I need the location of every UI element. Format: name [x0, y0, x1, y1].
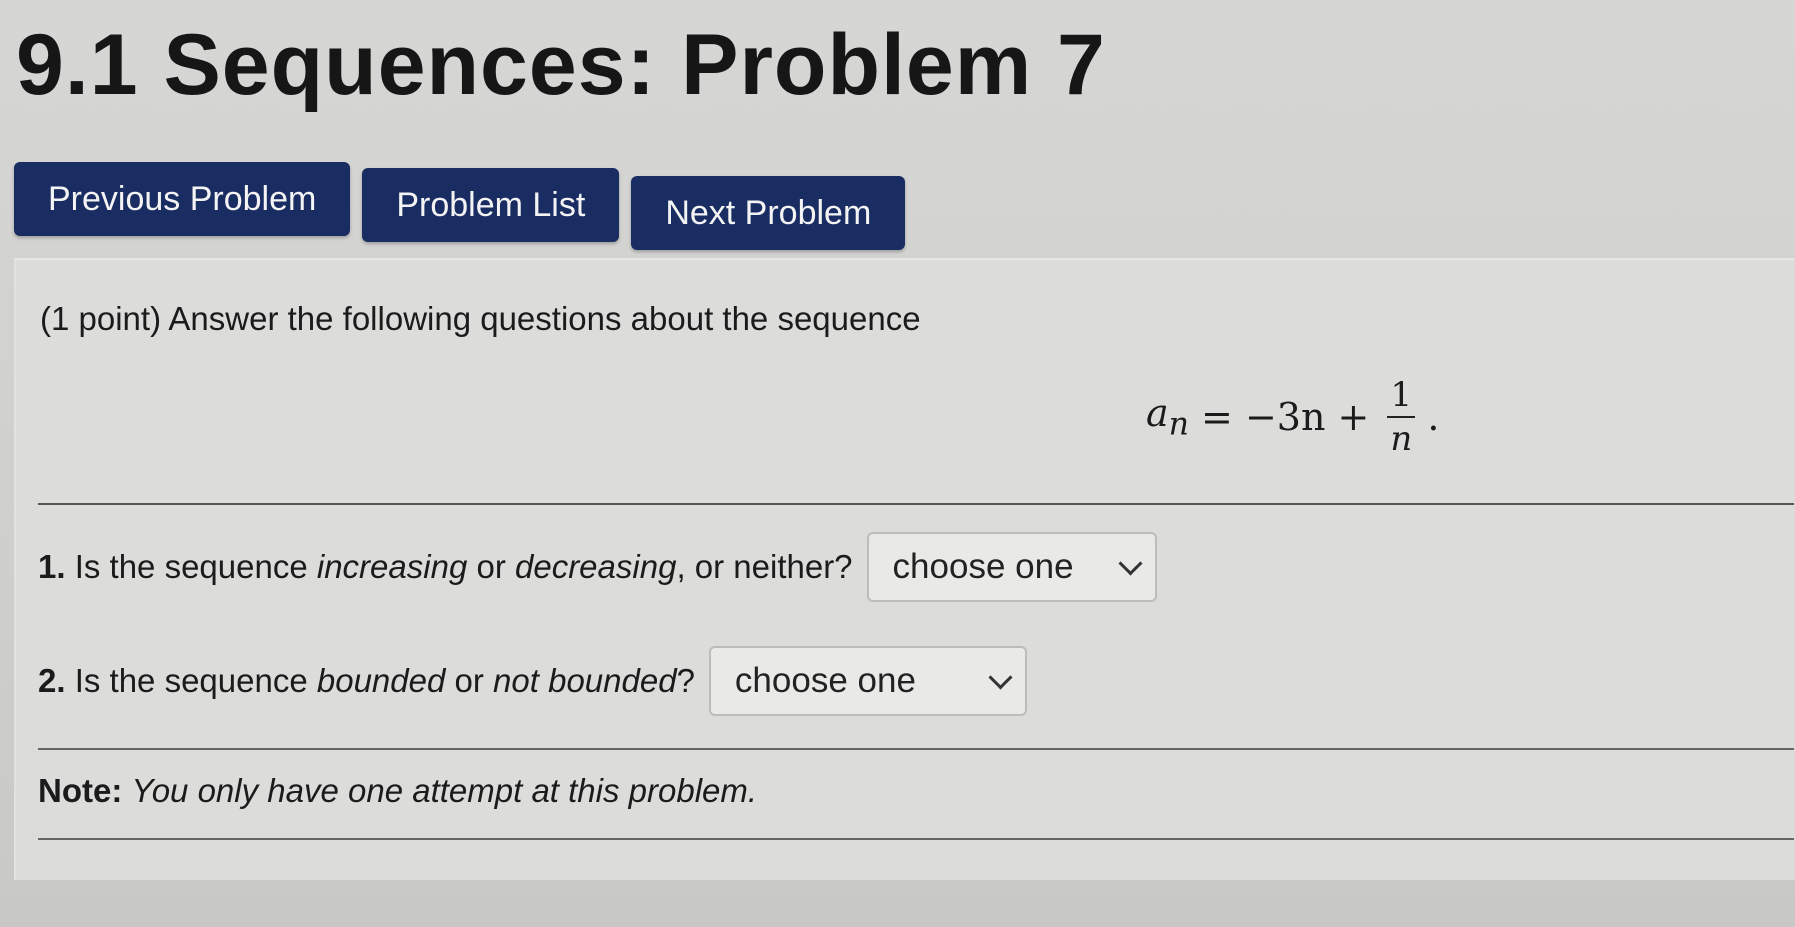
divider: [38, 838, 1794, 840]
problem-panel: (1 point) Answer the following questions…: [14, 258, 1795, 880]
question-2-text: 2. Is the sequence bounded or not bounde…: [38, 662, 695, 699]
attempt-note: Note: You only have one attempt at this …: [38, 772, 757, 810]
divider: [38, 503, 1794, 505]
next-problem-button[interactable]: Next Problem: [631, 176, 906, 250]
page-title: 9.1 Sequences: Problem 7: [16, 17, 1106, 113]
chevron-down-icon: [988, 664, 1013, 690]
divider: [38, 748, 1794, 750]
question-2-selected-value: choose one: [734, 661, 916, 700]
sequence-formula: an = −3n + 1 n .: [1146, 378, 1439, 456]
formula-fraction: 1 n: [1387, 375, 1416, 459]
chevron-down-icon: [1118, 550, 1143, 576]
question-1-select[interactable]: choose one: [866, 532, 1157, 602]
previous-problem-button[interactable]: Previous Problem: [14, 162, 351, 236]
question-1: 1. Is the sequence increasing or decreas…: [38, 532, 1157, 602]
fraction-numerator: 1: [1390, 375, 1413, 415]
formula-rhs: = −3n +: [1201, 395, 1370, 439]
fraction-denominator: n: [1390, 419, 1413, 459]
note-label: Note:: [38, 772, 123, 809]
note-text: You only have one attempt at this proble…: [131, 772, 758, 809]
formula-period: .: [1427, 395, 1440, 439]
question-1-selected-value: choose one: [892, 547, 1074, 586]
problem-navigation: Previous Problem Problem List Next Probl…: [14, 162, 906, 250]
formula-lhs: an: [1146, 391, 1190, 443]
question-2-select[interactable]: choose one: [708, 646, 1027, 716]
problem-intro: (1 point) Answer the following questions…: [40, 300, 921, 337]
problem-list-button[interactable]: Problem List: [362, 168, 620, 242]
question-1-text: 1. Is the sequence increasing or decreas…: [38, 548, 853, 585]
question-2: 2. Is the sequence bounded or not bounde…: [38, 646, 1027, 716]
